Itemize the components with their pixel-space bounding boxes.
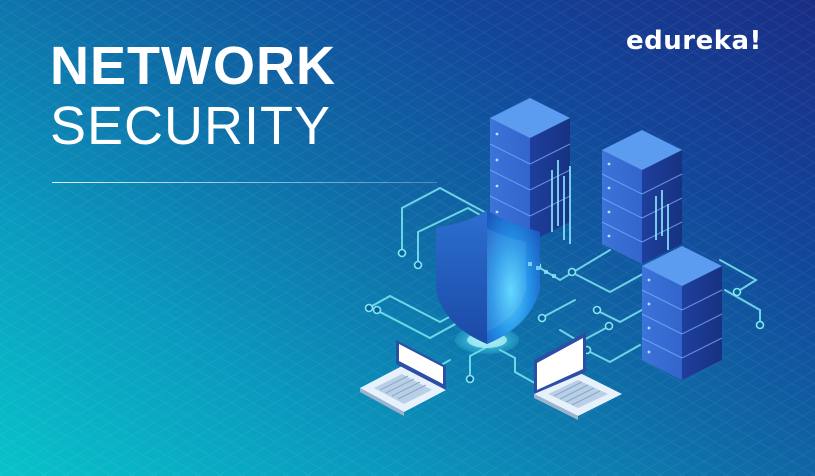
- laptop-icon: [534, 332, 622, 420]
- server-icon: [641, 246, 723, 380]
- network-security-banner: NETWORK SECURITY edureka!: [0, 0, 815, 476]
- laptop-icon: [360, 340, 446, 416]
- network-illustration: [360, 98, 765, 420]
- shield-icon: [436, 210, 556, 354]
- server-icon: [601, 130, 683, 264]
